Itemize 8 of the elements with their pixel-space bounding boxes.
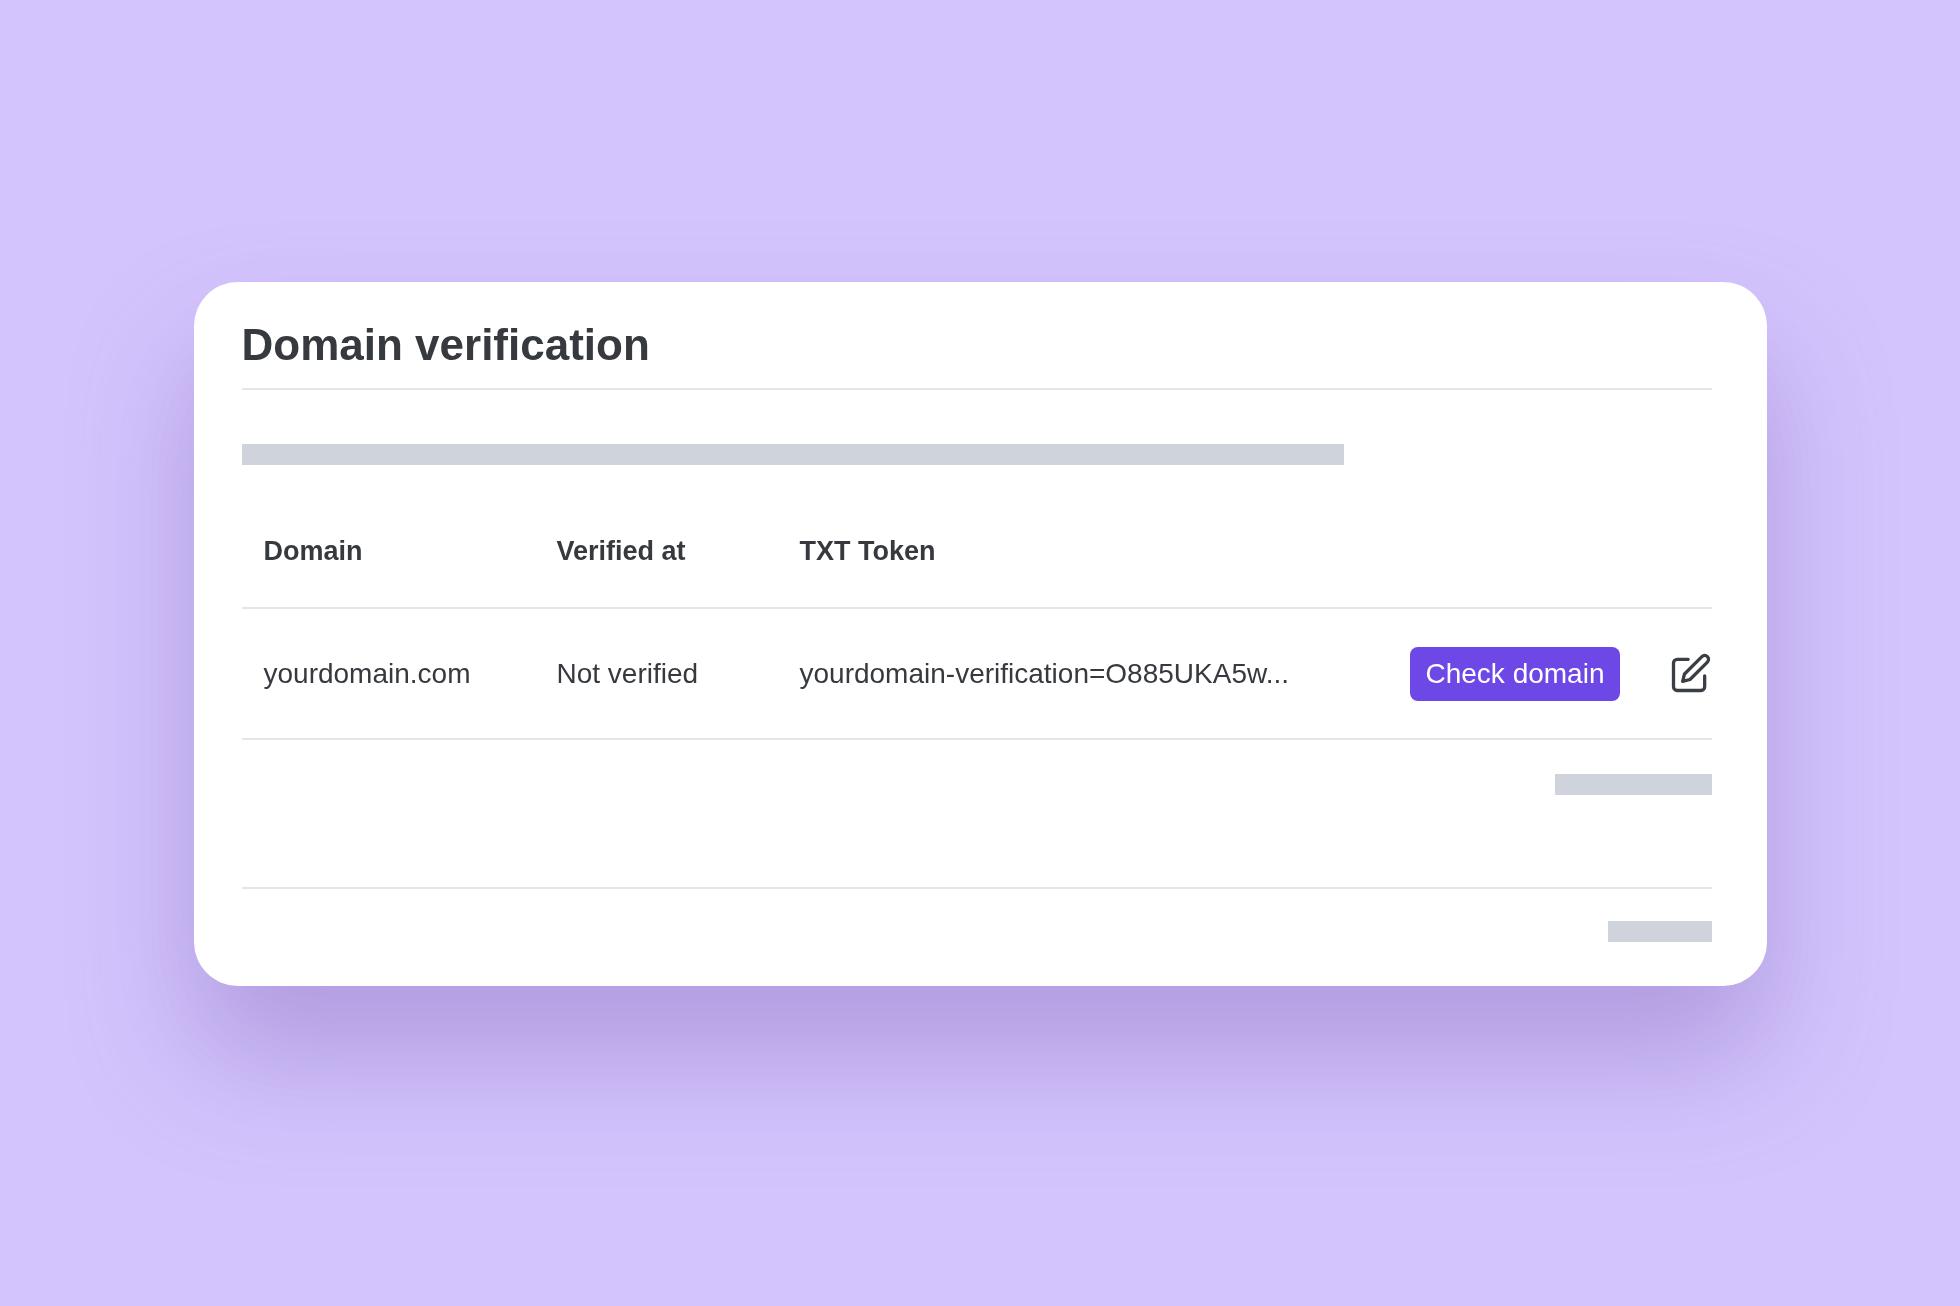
column-header: Verified at xyxy=(556,535,687,567)
table-cell-text: yourdomain-verification=O885UKA5w... xyxy=(799,657,1290,690)
column-header: TXT Token xyxy=(799,535,937,567)
table-cell-text: Not verified xyxy=(556,657,700,690)
check-domain-button[interactable]: Check domain xyxy=(1409,646,1621,701)
column-header: Domain xyxy=(263,535,364,567)
card-title: Domain verification xyxy=(241,319,651,371)
table-cell-text: yourdomain.com xyxy=(263,657,472,690)
